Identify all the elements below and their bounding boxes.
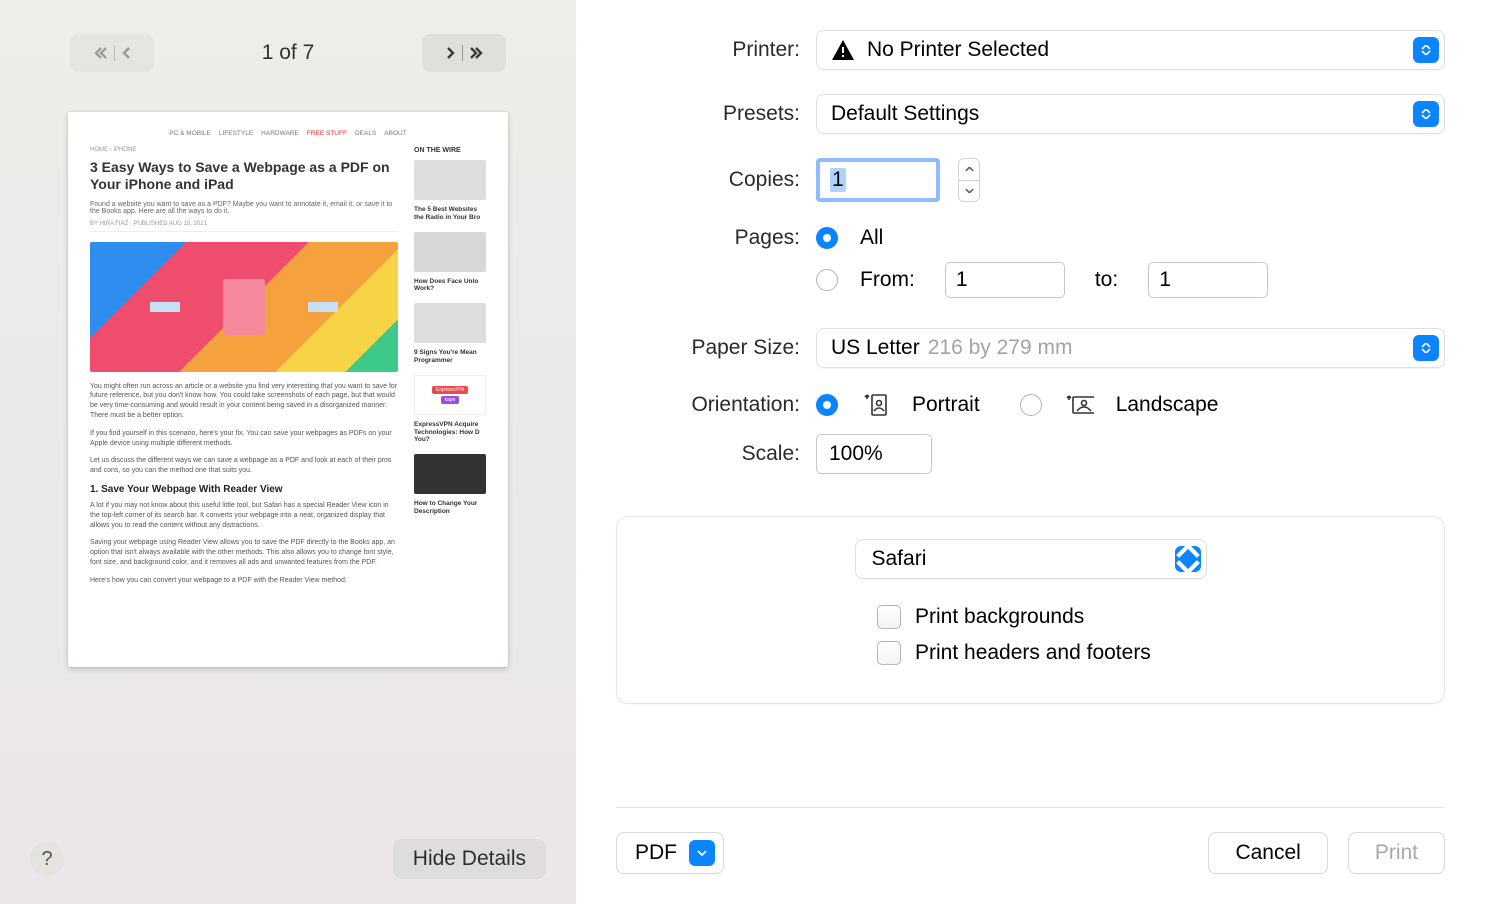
copies-input[interactable]: 1: [816, 158, 940, 202]
paper-size-select[interactable]: US Letter 216 by 279 mm: [816, 328, 1445, 368]
preview-header: 1 of 7: [0, 0, 576, 76]
stepper-down-icon[interactable]: [959, 181, 979, 202]
printer-select[interactable]: No Printer Selected: [816, 30, 1445, 70]
portrait-icon: [860, 392, 890, 418]
print-headers-footers-label: Print headers and footers: [915, 641, 1151, 665]
thumb-aside: ON THE WIRE The 5 Best Websites the Radi…: [414, 147, 486, 594]
landscape-icon: [1064, 392, 1094, 418]
print-backgrounds-label: Print backgrounds: [915, 605, 1084, 629]
chevron-double-right-icon: [469, 46, 483, 60]
copies-label: Copies:: [616, 168, 816, 192]
dialog-footer: PDF Cancel Print: [616, 807, 1445, 904]
help-button[interactable]: ?: [30, 842, 64, 876]
orientation-portrait-label: Portrait: [912, 393, 980, 417]
next-page-button[interactable]: [422, 34, 506, 72]
preview-pane: 1 of 7 PC & MOBILE LIFESTYLE HARDWARE FR…: [0, 0, 576, 904]
pages-to-label: to:: [1095, 268, 1118, 292]
pages-label: Pages:: [616, 226, 816, 250]
scale-input[interactable]: 100%: [816, 434, 932, 474]
page-counter: 1 of 7: [262, 41, 315, 65]
pages-all-label: All: [860, 226, 883, 250]
scale-label: Scale:: [616, 442, 816, 466]
print-button[interactable]: Print: [1348, 832, 1445, 874]
help-icon: ?: [41, 848, 52, 871]
orientation-landscape-radio[interactable]: [1020, 394, 1042, 416]
select-caret-icon: [1413, 101, 1439, 127]
paper-size-label: Paper Size:: [616, 336, 816, 360]
presets-label: Presets:: [616, 102, 816, 126]
printer-label: Printer:: [616, 38, 816, 62]
print-headers-footers-checkbox[interactable]: [877, 641, 901, 665]
copies-stepper[interactable]: [958, 158, 980, 202]
select-caret-icon: [1175, 546, 1201, 572]
app-select[interactable]: Safari: [855, 539, 1207, 579]
nav-divider-icon: [114, 45, 115, 61]
select-caret-icon: [1413, 335, 1439, 361]
cancel-button[interactable]: Cancel: [1208, 832, 1327, 874]
hide-details-button[interactable]: Hide Details: [393, 839, 546, 879]
chevron-down-icon: [689, 840, 715, 866]
presets-select[interactable]: Default Settings: [816, 94, 1445, 134]
chevron-left-icon: [121, 46, 131, 60]
orientation-portrait-radio[interactable]: [816, 394, 838, 416]
print-backgrounds-checkbox[interactable]: [877, 605, 901, 629]
thumb-topnav: PC & MOBILE LIFESTYLE HARDWARE FREE STUF…: [90, 130, 486, 137]
orientation-landscape-label: Landscape: [1116, 393, 1219, 417]
pages-from-input[interactable]: 1: [945, 262, 1065, 298]
nav-divider-icon: [462, 45, 463, 61]
chevron-right-icon: [446, 46, 456, 60]
pages-range-radio[interactable]: [816, 269, 838, 291]
preview-footer: ? Hide Details: [0, 814, 576, 904]
thumb-article: HOME › IPHONE 3 Easy Ways to Save a Webp…: [90, 147, 398, 594]
stepper-up-icon[interactable]: [959, 159, 979, 181]
select-caret-icon: [1413, 37, 1439, 63]
settings-pane: Printer: No Printer Selected Pre: [576, 0, 1500, 904]
pdf-button[interactable]: PDF: [616, 832, 724, 874]
thumbnail-area: PC & MOBILE LIFESTYLE HARDWARE FREE STUF…: [0, 76, 576, 814]
pages-to-input[interactable]: 1: [1148, 262, 1268, 298]
page-thumbnail[interactable]: PC & MOBILE LIFESTYLE HARDWARE FREE STUF…: [68, 112, 508, 667]
app-options-section: Safari Print backgrounds Print headers a…: [616, 516, 1445, 704]
pages-from-label: From:: [860, 268, 915, 292]
chevron-double-left-icon: [94, 46, 108, 60]
thumb-hero-image: [90, 242, 398, 372]
warning-icon: [831, 39, 855, 61]
prev-page-button[interactable]: [70, 34, 154, 72]
orientation-label: Orientation:: [616, 393, 816, 417]
pages-all-radio[interactable]: [816, 227, 838, 249]
